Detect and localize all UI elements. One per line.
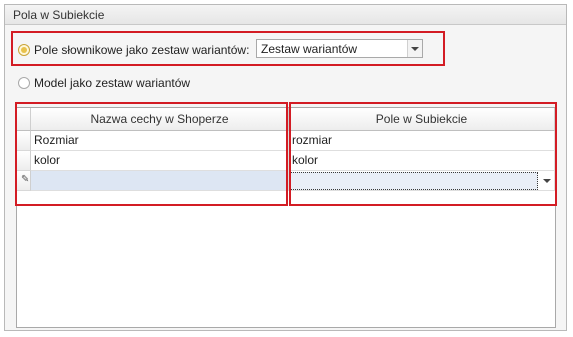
dictionary-radio[interactable] (18, 44, 30, 56)
dictionary-option-label: Pole słownikowe jako zestaw wariantów: (34, 43, 250, 57)
table-cell-subiekt[interactable]: kolor (289, 151, 555, 171)
header-indicator-cell (17, 108, 31, 131)
model-option[interactable]: Model jako zestaw wariantów (18, 76, 190, 90)
row-indicator[interactable] (17, 151, 31, 171)
chevron-down-icon[interactable] (407, 40, 422, 57)
column-header-shoper[interactable]: Nazwa cechy w Shoperze (31, 108, 289, 131)
model-radio[interactable] (18, 77, 30, 89)
table-cell-subiekt[interactable]: rozmiar (289, 131, 555, 151)
chevron-down-icon[interactable] (540, 172, 553, 189)
mapping-grid[interactable]: Nazwa cechy w Shoperze Pole w Subiekcie … (16, 107, 556, 328)
new-row-indicator[interactable]: ✎ (17, 171, 31, 191)
row-indicator[interactable] (17, 131, 31, 151)
subiekt-field-editor[interactable] (290, 172, 538, 190)
pencil-icon: ✎ (21, 174, 30, 185)
model-option-label: Model jako zestaw wariantów (34, 76, 191, 90)
variant-set-combo[interactable]: Zestaw wariantów (256, 39, 423, 58)
new-row-cell-shoper[interactable] (31, 171, 289, 191)
table-cell-shoper[interactable]: kolor (31, 151, 289, 171)
column-header-subiekt[interactable]: Pole w Subiekcie (289, 108, 555, 131)
group-box: Pola w Subiekcie Pole słownikowe jako ze… (4, 4, 567, 331)
group-title: Pola w Subiekcie (13, 8, 105, 22)
variant-set-combo-value: Zestaw wariantów (261, 42, 358, 56)
dictionary-option[interactable]: Pole słownikowe jako zestaw wariantów: (18, 43, 249, 57)
new-row-cell-subiekt[interactable] (289, 171, 555, 191)
table-cell-shoper[interactable]: Rozmiar (31, 131, 289, 151)
group-header: Pola w Subiekcie (5, 5, 566, 25)
